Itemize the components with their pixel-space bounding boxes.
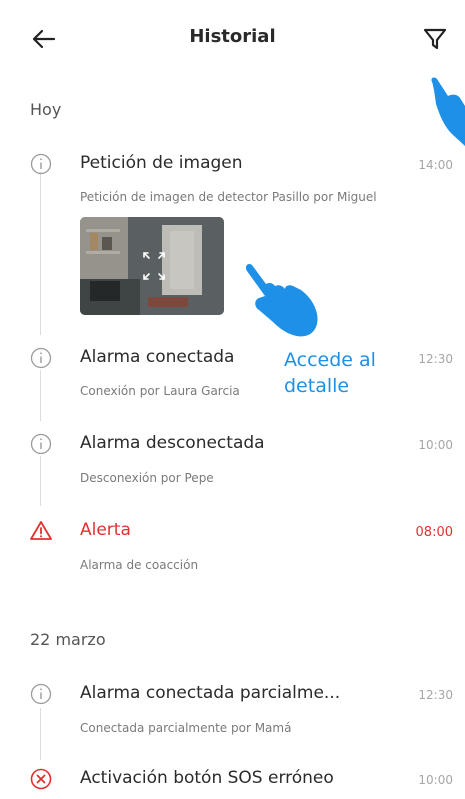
image-thumbnail[interactable]: [80, 217, 224, 315]
event-subtitle: Petición de imagen de detector Pasillo p…: [80, 190, 377, 204]
pointing-hand-icon: [245, 263, 318, 337]
page-title: Historial: [189, 26, 276, 47]
timeline-connector: [40, 456, 41, 506]
event-subtitle: Desconexión por Pepe: [80, 471, 214, 485]
annotation-line: Accede al: [284, 349, 376, 371]
info-icon: [30, 683, 52, 705]
warning-icon: [30, 521, 52, 540]
event-subtitle: Alarma de coacción: [80, 558, 199, 572]
info-icon: [30, 153, 52, 175]
info-icon: [30, 433, 52, 455]
event-title: Petición de imagen: [80, 153, 243, 173]
app-header: Historial: [0, 0, 465, 80]
hallway-photo: [80, 217, 224, 315]
event-time: 14:00: [418, 158, 453, 172]
pointing-hand-icon: [431, 77, 465, 146]
event-title: Alarma conectada: [80, 347, 235, 367]
event-time: 10:00: [418, 773, 453, 787]
filter-button[interactable]: [422, 26, 448, 52]
filter-icon: [423, 28, 447, 50]
timeline-connector: [40, 172, 41, 335]
event-time: 10:00: [418, 438, 453, 452]
timeline-connector: [40, 708, 41, 760]
event-title: Activación botón SOS erróneo: [80, 768, 334, 788]
event-title: Alarma desconectada: [80, 433, 265, 453]
section-label-today: Hoy: [30, 100, 62, 119]
event-title: Alerta: [80, 520, 131, 540]
event-time: 12:30: [418, 352, 453, 366]
info-icon: [30, 347, 52, 369]
event-subtitle: Conexión por Laura Garcia: [80, 384, 240, 398]
tutorial-annotation: Accede al detalle: [284, 347, 376, 399]
timeline-connector: [40, 370, 41, 421]
event-subtitle: Conectada parcialmente por Mamá: [80, 721, 292, 735]
error-icon: [30, 768, 52, 790]
section-label-date: 22 marzo: [30, 630, 106, 649]
event-title: Alarma conectada parcialme...: [80, 683, 341, 703]
event-time: 12:30: [418, 688, 453, 702]
annotation-line: detalle: [284, 375, 350, 397]
event-time: 08:00: [415, 525, 453, 540]
